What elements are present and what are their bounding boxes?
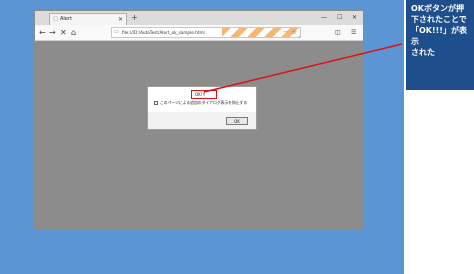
callout-line: 「OK!!!」が表示 — [411, 26, 467, 46]
arrow-line — [203, 43, 403, 93]
callout-arrow — [203, 43, 403, 93]
callout-box: OKボタンが押 下されたことで 「OK!!!」が表示 された — [406, 0, 474, 90]
callout-line: OKボタンが押 — [411, 4, 464, 13]
callout-line: された — [411, 48, 435, 57]
callout-line: 下されたことで — [411, 15, 467, 24]
